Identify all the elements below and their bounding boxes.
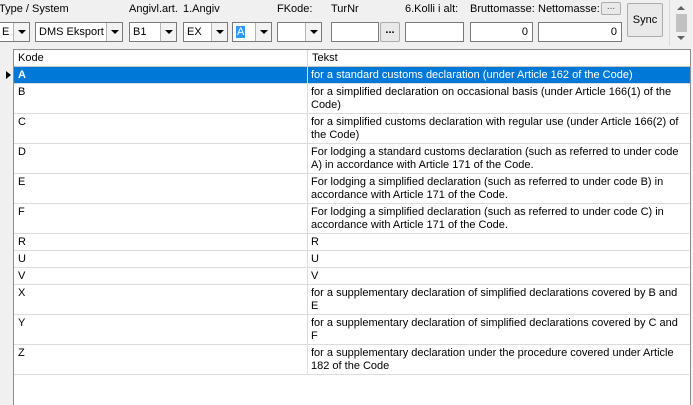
kode-cell[interactable]: U [14,251,308,267]
sync-button[interactable]: Sync [627,3,663,37]
kode-cell[interactable]: A [14,67,308,83]
kode-cell[interactable]: E [14,174,308,203]
kode-cell[interactable]: Z [14,345,308,374]
chevron-down-icon[interactable] [305,23,321,41]
row-indicator-icon [6,71,11,79]
forste-angiv-dropdown[interactable]: EX [183,22,228,42]
table-row[interactable]: Yfor a supplementary declaration of simp… [14,315,690,345]
table-row[interactable]: UU [14,251,690,268]
kode-cell[interactable]: C [14,114,308,143]
code-dropdown[interactable]: A [232,22,272,42]
grid-header: Kode Tekst [14,50,690,67]
grid-rows: Afor a standard customs declaration (und… [14,67,690,375]
tekst-cell[interactable]: for a supplementary declaration of simpl… [308,315,690,344]
angivl-art-label: Angivl.art. [129,3,178,15]
type-dropdown[interactable]: E [0,22,30,42]
kolli-label: 6.Kolli i alt: [405,3,459,15]
table-row[interactable]: Bfor a simplified declaration on occasio… [14,84,690,114]
code-grid: Kode Tekst Afor a standard customs decla… [13,49,691,405]
tekst-cell[interactable]: for a supplementary declaration of simpl… [308,285,690,314]
forste-angiv-label: 1.Angiv [183,3,220,15]
table-row[interactable]: Zfor a supplementary declaration under t… [14,345,690,375]
chevron-down-icon[interactable] [160,23,176,41]
nettomasse-value: 0 [610,26,617,38]
turnr-label: TurNr [331,3,359,15]
tekst-cell[interactable]: For lodging a simplified declaration (su… [308,204,690,233]
chevron-down-icon[interactable] [106,23,122,41]
scroll-up-arrow-icon[interactable] [677,6,685,10]
column-header-kode[interactable]: Kode [14,50,308,67]
column-header-tekst[interactable]: Tekst [308,50,690,67]
nettomasse-lookup-button[interactable]: ... [601,2,621,15]
forste-angiv-value: EX [187,26,202,38]
system-dropdown[interactable]: DMS Eksport [35,22,123,42]
fkode-dropdown[interactable] [277,22,322,42]
kode-cell[interactable]: R [14,234,308,250]
type-system-label: Type / System [0,3,69,15]
angivl-art-value: B1 [133,26,147,38]
chevron-down-icon[interactable] [255,23,271,41]
tekst-cell[interactable]: R [308,234,690,250]
kode-cell[interactable]: D [14,144,308,173]
chevron-down-icon[interactable] [211,23,227,41]
tekst-cell[interactable]: for a standard customs declaration (unde… [308,67,690,83]
kode-cell[interactable]: F [14,204,308,233]
tekst-cell[interactable]: for a supplementary declaration under th… [308,345,690,374]
table-row[interactable]: VV [14,268,690,285]
nettomasse-label: Nettomasse: [538,3,600,15]
code-selected-text: A [236,26,246,38]
turnr-lookup-button[interactable]: ... [380,22,400,42]
toolbar-scrollbar[interactable] [669,0,693,46]
table-row[interactable]: F For lodging a simplified declaration (s… [14,204,690,234]
scroll-down-arrow-icon[interactable] [677,36,685,40]
table-row[interactable]: D For lodging a standard customs declarat… [14,144,690,174]
scroll-thumb[interactable] [676,14,687,32]
code-value: A [236,26,246,38]
tekst-cell[interactable]: for a simplified customs declaration wit… [308,114,690,143]
chevron-down-icon[interactable] [13,23,29,41]
kode-cell[interactable]: X [14,285,308,314]
tekst-cell[interactable]: V [308,268,690,284]
tekst-cell[interactable]: for a simplified declaration on occasion… [308,84,690,113]
fkode-label: FKode: [277,3,313,15]
nettomasse-field[interactable]: 0 [538,22,622,42]
kode-cell[interactable]: V [14,268,308,284]
kolli-field[interactable] [405,22,464,42]
bruttomasse-label: Bruttomasse: [470,3,535,15]
turnr-field[interactable] [331,22,379,42]
table-row[interactable]: RR [14,234,690,251]
table-row[interactable]: Cfor a simplified customs declaration wi… [14,114,690,144]
system-value: DMS Eksport [39,26,104,38]
table-row[interactable]: Afor a standard customs declaration (und… [14,67,690,84]
tekst-cell[interactable]: For lodging a standard customs declarati… [308,144,690,173]
tekst-cell[interactable]: For lodging a simplified declaration (su… [308,174,690,203]
type-value: E [2,26,10,38]
table-row[interactable]: E For lodging a simplified declaration (s… [14,174,690,204]
tekst-cell[interactable]: U [308,251,690,267]
angivl-art-dropdown[interactable]: B1 [129,22,177,42]
bruttomasse-value: 0 [521,26,528,38]
kode-cell[interactable]: B [14,84,308,113]
kode-cell[interactable]: Y [14,315,308,344]
table-row[interactable]: Xfor a supplementary declaration of simp… [14,285,690,315]
bruttomasse-field[interactable]: 0 [470,22,533,42]
